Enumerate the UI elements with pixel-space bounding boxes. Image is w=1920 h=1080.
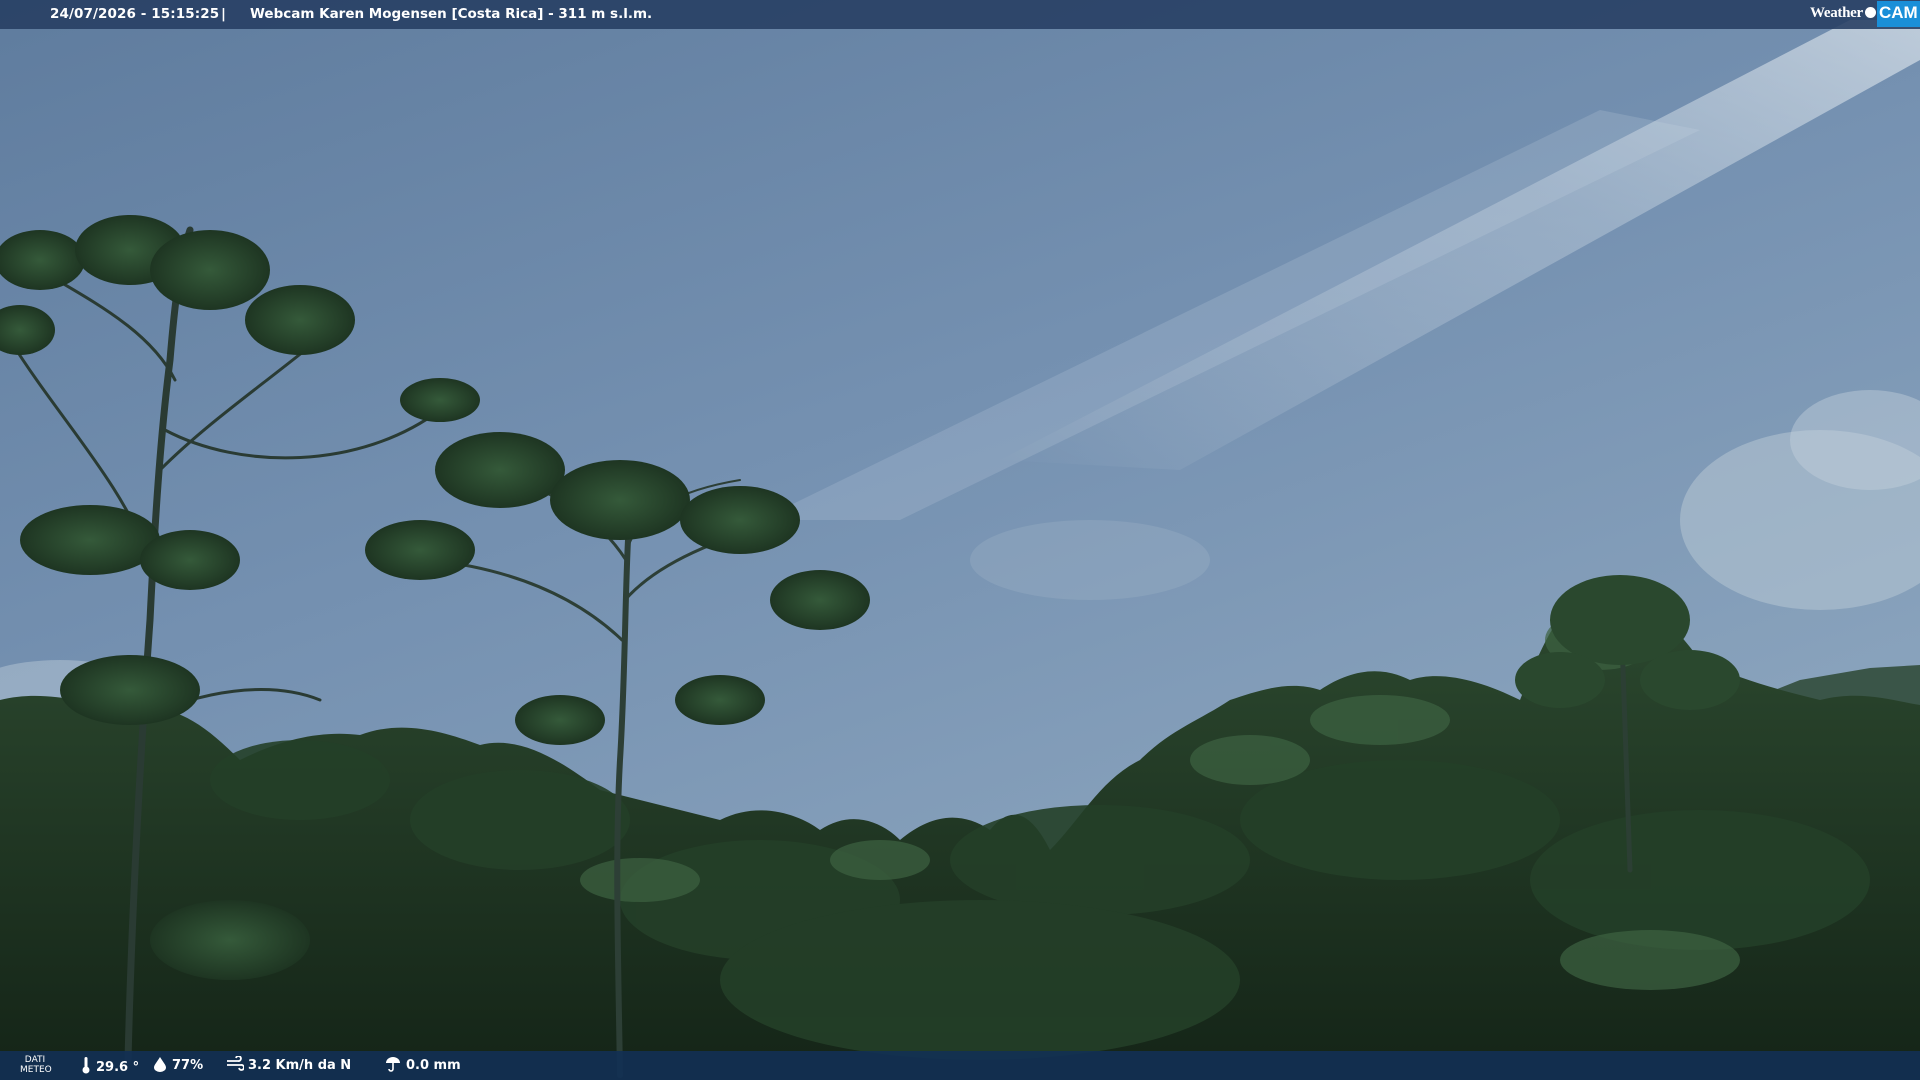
weather-data-label: DATI METEO: [20, 1055, 52, 1075]
webcam-title: Webcam Karen Mogensen [Costa Rica] - 311…: [250, 6, 653, 22]
humidity-reading: 77%: [152, 1056, 203, 1073]
weathercam-logo: Weather CAM: [1810, 0, 1920, 29]
weather-data-bar: DATI METEO 29.6 ° 77% 3.2 Km/h da N 0.0 …: [0, 1051, 1920, 1080]
humidity-icon: [154, 1057, 166, 1072]
rain-icon: [386, 1057, 400, 1072]
timestamp: 24/07/2026 - 15:15:25: [50, 6, 220, 22]
wind-reading: 3.2 Km/h da N: [226, 1055, 351, 1073]
logo-weather-text: Weather: [1810, 5, 1863, 21]
logo-dot-icon: [1865, 7, 1876, 18]
temperature-reading: 29.6 °: [80, 1056, 139, 1075]
thermometer-icon: [82, 1057, 90, 1074]
rain-reading: 0.0 mm: [384, 1056, 461, 1073]
logo-cam-text: CAM: [1879, 3, 1918, 22]
cloud: [970, 520, 1210, 600]
webcam-scene: [0, 0, 1920, 1080]
wind-icon: [227, 1055, 245, 1071]
header-bar: 24/07/2026 - 15:15:25 | Webcam Karen Mog…: [0, 0, 1920, 29]
header-separator: |: [221, 6, 226, 22]
